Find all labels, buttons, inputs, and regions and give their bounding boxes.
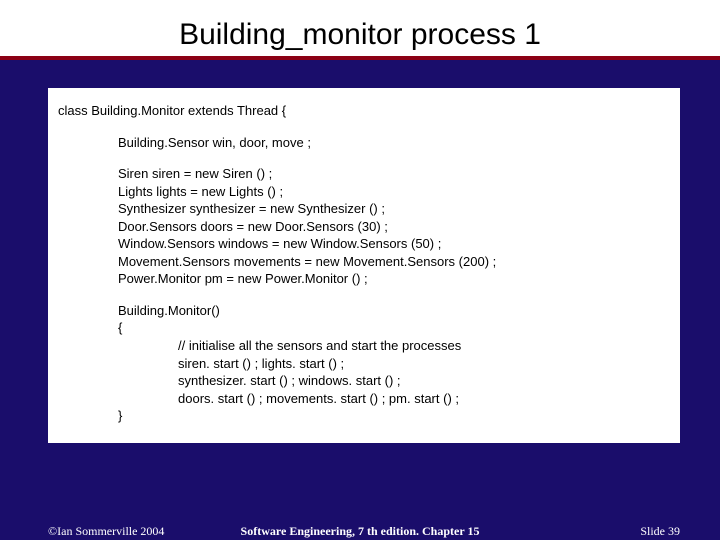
footer-slide-number: Slide 39 <box>640 524 680 539</box>
code-line: Power.Monitor pm = new Power.Monitor () … <box>118 270 670 288</box>
code-line: Siren siren = new Siren () ; <box>118 165 670 183</box>
code-line: Building.Monitor() <box>118 302 670 320</box>
code-box: class Building.Monitor extends Thread { … <box>48 88 680 443</box>
slide: Building_monitor process 1 class Buildin… <box>0 0 720 540</box>
title-spacer <box>0 60 720 88</box>
code-line: Door.Sensors doors = new Door.Sensors (3… <box>118 218 670 236</box>
footer-book-title: Software Engineering, 7 th edition. Chap… <box>0 524 720 539</box>
code-line: // initialise all the sensors and start … <box>178 337 670 355</box>
code-line: Building.Sensor win, door, move ; <box>118 134 670 152</box>
code-line: doors. start () ; movements. start () ; … <box>178 390 670 408</box>
code-line: Synthesizer synthesizer = new Synthesize… <box>118 200 670 218</box>
code-line: Lights lights = new Lights () ; <box>118 183 670 201</box>
slide-title: Building_monitor process 1 <box>0 0 720 56</box>
code-line: Window.Sensors windows = new Window.Sens… <box>118 235 670 253</box>
code-line: Movement.Sensors movements = new Movemen… <box>118 253 670 271</box>
code-line: class Building.Monitor extends Thread { <box>58 102 670 120</box>
code-line: synthesizer. start () ; windows. start (… <box>178 372 670 390</box>
code-line: { <box>118 319 670 337</box>
code-line: } <box>118 407 670 425</box>
code-line: siren. start () ; lights. start () ; <box>178 355 670 373</box>
